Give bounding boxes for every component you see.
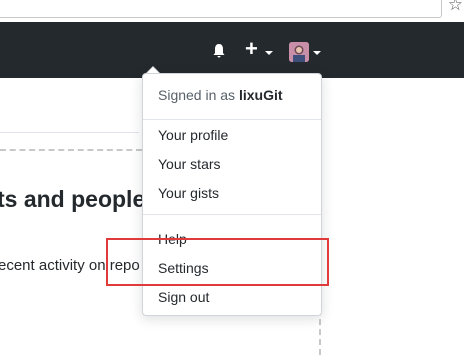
avatar[interactable] (289, 42, 309, 62)
annotation-highlight-box (106, 238, 329, 286)
bell-icon[interactable] (212, 43, 226, 59)
chevron-down-icon (313, 51, 321, 55)
address-bar[interactable] (0, 0, 442, 18)
menu-item-your-gists[interactable]: Your gists (158, 185, 219, 201)
menu-item-your-profile[interactable]: Your profile (158, 127, 228, 143)
divider (143, 119, 321, 120)
divider (143, 214, 321, 215)
browser-toolbar: ☆ (0, 0, 464, 22)
plus-icon[interactable]: + (245, 38, 258, 60)
dashed-border (0, 149, 142, 151)
menu-item-your-stars[interactable]: Your stars (158, 156, 221, 172)
page-heading: ts and people (0, 186, 146, 212)
chevron-down-icon (265, 51, 273, 55)
bookmark-star-icon[interactable]: ☆ (448, 0, 463, 15)
divider (0, 132, 139, 133)
menu-pointer (147, 67, 159, 73)
username: lixuGit (238, 87, 283, 103)
signed-in-text: Signed in as lixuGit (158, 87, 283, 103)
site-header (0, 22, 464, 78)
menu-item-sign-out[interactable]: Sign out (158, 289, 209, 305)
